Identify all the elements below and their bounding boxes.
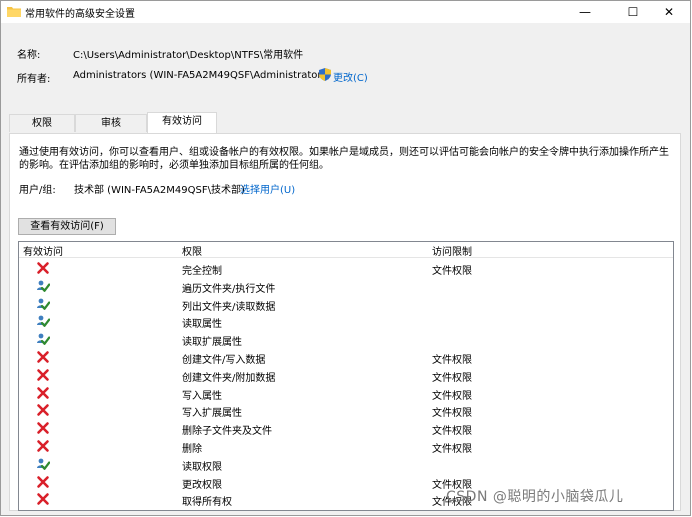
table-row[interactable]: 读取权限 — [19, 455, 673, 473]
tab-auditing[interactable]: 审核 — [75, 114, 147, 132]
tab-permissions[interactable]: 权限 — [9, 114, 75, 132]
permission-cell: 取得所有权 — [182, 497, 232, 509]
access-limit-cell: 文件权限 — [432, 266, 472, 277]
permission-cell: 更改权限 — [182, 479, 222, 491]
uac-shield-icon — [319, 68, 331, 81]
deny-x-icon — [37, 404, 49, 417]
effective-access-list: 有效访问 权限 访问限制 完全控制 文件权限 遍历文件夹/执行文件 列出文件夹/读取数… — [18, 241, 674, 511]
permission-cell: 写入属性 — [182, 390, 222, 402]
user-group-value: 技术部 (WIN-FA5A2M49QSF\技术部) — [74, 185, 245, 196]
access-limit-cell: 文件权限 — [432, 426, 472, 438]
deny-x-icon — [37, 262, 49, 274]
table-row[interactable]: 创建文件/写入数据 文件权限 — [19, 348, 673, 366]
deny-x-icon — [37, 475, 49, 488]
deny-x-icon — [37, 351, 49, 363]
user-group-label: 用户/组: — [19, 185, 56, 196]
table-row[interactable]: 删除 文件权限 — [19, 437, 673, 455]
permission-cell: 写入扩展属性 — [182, 408, 242, 420]
table-row[interactable]: 创建文件夹/附加数据 文件权限 — [19, 366, 673, 384]
deny-x-icon — [37, 386, 49, 399]
list-header: 有效访问 权限 访问限制 — [19, 242, 673, 258]
close-button[interactable]: ✕ — [648, 1, 690, 23]
table-row[interactable]: 完全控制 文件权限 — [19, 259, 673, 277]
dialog-content: 名称: C:\Users\Administrator\Desktop\NTFS\… — [1, 23, 690, 515]
name-value: C:\Users\Administrator\Desktop\NTFS\常用软件 — [73, 50, 304, 61]
permission-cell: 创建文件/写入数据 — [182, 355, 266, 366]
allow-user-check-icon — [37, 280, 50, 292]
window-title: 常用软件的高级安全设置 — [25, 9, 135, 20]
change-owner-link[interactable]: 更改(C) — [333, 69, 368, 84]
description-text: 通过使用有效访问，你可以查看用户、组或设备帐户的有效权限。如果帐户是域成员，则还… — [19, 147, 669, 171]
security-window: 常用软件的高级安全设置 — ☐ ✕ 名称: C:\Users\Administr… — [0, 0, 691, 516]
permission-cell: 删除子文件夹及文件 — [182, 426, 272, 438]
permission-cell: 读取属性 — [182, 319, 222, 331]
table-row[interactable]: 写入属性 文件权限 — [19, 384, 673, 402]
deny-x-icon — [37, 368, 49, 381]
effective-access-panel: 通过使用有效访问，你可以查看用户、组或设备帐户的有效权限。如果帐户是域成员，则还… — [9, 133, 681, 511]
allow-user-check-icon — [37, 333, 50, 346]
allow-user-check-icon — [37, 458, 50, 470]
table-row[interactable]: 遍历文件夹/执行文件 — [19, 277, 673, 295]
column-header-permission[interactable]: 权限 — [182, 243, 202, 258]
access-limit-cell: 文件权限 — [432, 372, 472, 384]
deny-x-icon — [37, 422, 49, 434]
permission-cell: 遍历文件夹/执行文件 — [182, 283, 276, 295]
access-limit-cell: 文件权限 — [432, 444, 472, 455]
table-row[interactable]: 读取属性 — [19, 312, 673, 330]
access-limit-cell: 文件权限 — [432, 390, 472, 402]
permission-cell: 删除 — [182, 444, 202, 455]
table-row[interactable]: 删除子文件夹及文件 文件权限 — [19, 419, 673, 437]
permission-cell: 完全控制 — [182, 266, 222, 277]
title-bar: 常用软件的高级安全设置 — ☐ ✕ — [1, 1, 690, 23]
name-label: 名称: — [17, 50, 41, 61]
select-user-link[interactable]: 选择用户(U) — [240, 181, 295, 196]
allow-user-check-icon — [37, 315, 50, 328]
permission-cell: 读取权限 — [182, 461, 222, 473]
deny-x-icon — [37, 493, 49, 506]
allow-user-check-icon — [37, 298, 50, 310]
minimize-button[interactable]: — — [564, 1, 606, 23]
column-header-limit[interactable]: 访问限制 — [432, 243, 472, 258]
access-limit-cell: 文件权限 — [432, 408, 472, 420]
view-effective-access-button[interactable]: 查看有效访问(F) — [18, 218, 116, 235]
table-row[interactable]: 读取扩展属性 — [19, 330, 673, 348]
column-header-access[interactable]: 有效访问 — [23, 243, 63, 258]
folder-icon — [7, 7, 21, 17]
table-row[interactable]: 写入扩展属性 文件权限 — [19, 401, 673, 419]
permission-cell: 列出文件夹/读取数据 — [182, 301, 276, 313]
owner-label: 所有者: — [17, 74, 51, 85]
access-limit-cell: 文件权限 — [432, 355, 472, 366]
deny-x-icon — [37, 440, 49, 452]
permission-cell: 创建文件夹/附加数据 — [182, 372, 276, 384]
table-row[interactable]: 列出文件夹/读取数据 — [19, 295, 673, 313]
permission-cell: 读取扩展属性 — [182, 337, 242, 349]
owner-value: Administrators (WIN-FA5A2M49QSF\Administ… — [73, 70, 331, 81]
watermark: CSDN @聪明的小脑袋瓜儿 — [446, 489, 624, 505]
tab-effective-access[interactable]: 有效访问 — [147, 112, 217, 133]
